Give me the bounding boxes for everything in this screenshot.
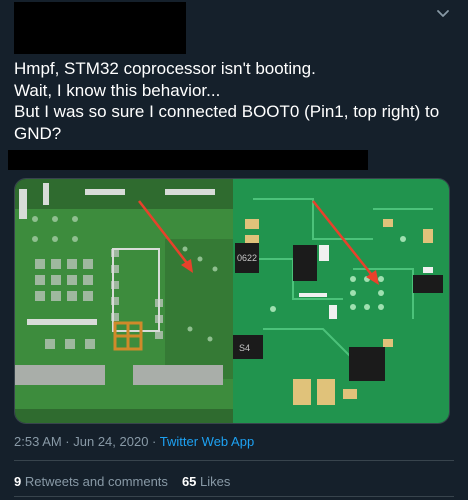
source-app-link[interactable]: Twitter Web App <box>160 434 254 449</box>
likes-count: 65 <box>181 474 197 489</box>
tweet-text: Hmpf, STM32 coprocessor isn't booting. W… <box>14 58 454 144</box>
retweets-stat[interactable]: 9 Retweets and comments <box>14 474 168 489</box>
tweet-meta: 2:53 AM · Jun 24, 2020 · Twitter Web App <box>14 434 254 449</box>
tweet-line: Wait, I know this behavior... <box>14 80 221 100</box>
tweet-line: GND? <box>14 123 62 143</box>
tweet-media[interactable]: 0622 S4 <box>14 178 450 424</box>
divider <box>14 496 454 497</box>
divider <box>14 460 454 461</box>
likes-stat[interactable]: 65 Likes <box>182 474 230 489</box>
redacted-author-name <box>14 2 186 54</box>
engagement-stats: 9 Retweets and comments 65 Likes <box>14 474 230 489</box>
timestamp[interactable]: 2:53 AM · Jun 24, 2020 · <box>14 434 156 449</box>
chip-label: S4 <box>239 343 250 353</box>
chevron-down-icon[interactable] <box>436 6 450 20</box>
likes-label: Likes <box>200 474 231 489</box>
redacted-line <box>8 150 368 170</box>
chip-label: 0622 <box>237 253 257 263</box>
retweets-count: 9 <box>14 474 22 489</box>
pcb-photo-image[interactable]: 0622 S4 <box>233 179 449 423</box>
tweet-line: But I was so sure I connected BOOT0 (Pin… <box>14 102 440 121</box>
retweets-label: Retweets and comments <box>24 474 168 489</box>
tweet-line: Hmpf, STM32 coprocessor isn't booting. <box>14 59 316 78</box>
pcb-layout-image[interactable] <box>15 179 233 423</box>
